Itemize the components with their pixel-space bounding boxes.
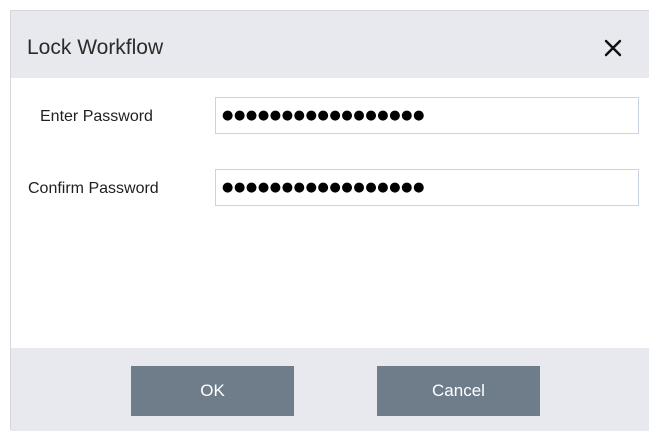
password-label: Enter Password xyxy=(40,108,153,125)
cancel-button[interactable]: Cancel xyxy=(377,366,540,416)
dialog-title: Lock Workflow xyxy=(27,36,164,59)
dialog-footer: OK Cancel xyxy=(11,348,649,431)
close-icon[interactable] xyxy=(602,37,624,59)
dialog-titlebar: Lock Workflow xyxy=(11,11,649,78)
confirm-password-field[interactable]: ●●●●●●●●●●●●●●●●● xyxy=(215,169,639,206)
lock-workflow-dialog: Lock Workflow Enter Password ●●●●●●●●●●●… xyxy=(10,10,649,431)
ok-button[interactable]: OK xyxy=(131,366,294,416)
password-field[interactable]: ●●●●●●●●●●●●●●●●● xyxy=(215,97,639,134)
confirm-password-label: Confirm Password xyxy=(28,180,159,197)
